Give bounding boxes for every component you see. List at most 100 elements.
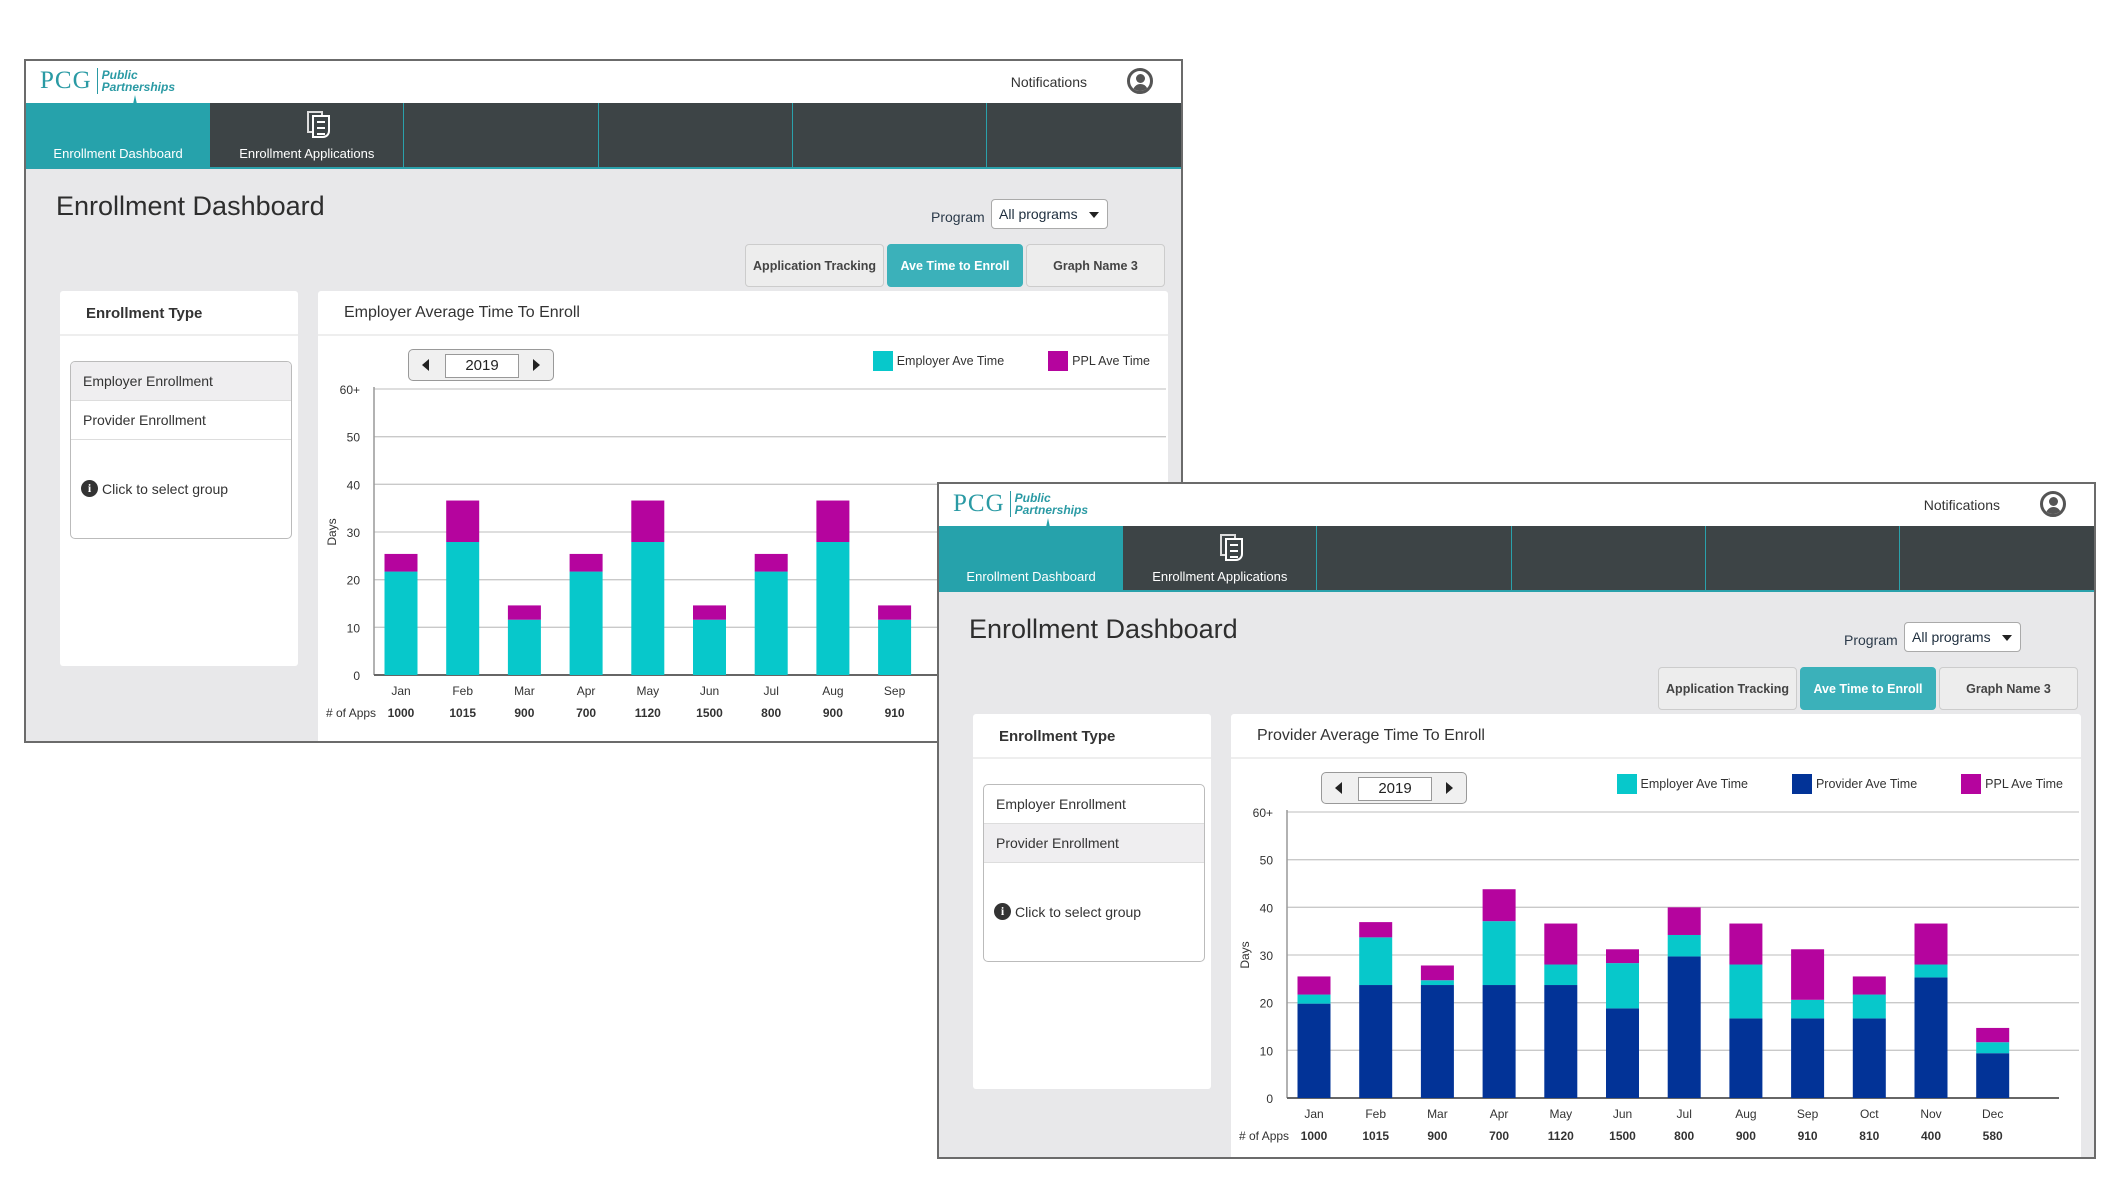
notifications-link[interactable]: Notifications xyxy=(1924,497,2000,513)
list-item-provider-enrollment[interactable]: Provider Enrollment xyxy=(984,824,1204,863)
program-select[interactable]: All programs xyxy=(991,199,1108,229)
bar-segment xyxy=(569,571,603,675)
apps-count-label: 700 xyxy=(1489,1129,1509,1143)
y-axis-label: Days xyxy=(325,518,339,545)
nav-enrollment-dashboard[interactable]: Enrollment Dashboard xyxy=(939,518,1124,590)
apps-count-label: 900 xyxy=(1427,1129,1447,1143)
bar-segment xyxy=(1482,921,1516,986)
tab-ave-time-to-enroll[interactable]: Ave Time to Enroll xyxy=(1800,667,1936,710)
bar-segment xyxy=(384,571,418,675)
program-select[interactable]: All programs xyxy=(1904,622,2021,652)
notifications-link[interactable]: Notifications xyxy=(1011,74,1087,90)
nav-label: Enrollment Dashboard xyxy=(53,146,183,161)
bar-segment xyxy=(1667,956,1701,1098)
apps-count-label: 900 xyxy=(823,706,843,720)
bar-segment xyxy=(446,542,480,675)
bar-segment xyxy=(816,542,850,675)
apps-count-label: 800 xyxy=(761,706,781,720)
y-tick-label: 30 xyxy=(347,526,361,540)
bar-segment xyxy=(1482,985,1516,1098)
bar-segment xyxy=(1729,1018,1763,1098)
bar-segment xyxy=(1297,1003,1331,1098)
program-select-value: All programs xyxy=(1912,629,1991,645)
user-avatar-icon[interactable] xyxy=(1127,68,1153,94)
enrollment-type-title: Enrollment Type xyxy=(973,714,1211,759)
x-tick-label: Jul xyxy=(764,684,779,698)
tab-graph-name-3[interactable]: Graph Name 3 xyxy=(1939,667,2078,710)
page-title: Enrollment Dashboard xyxy=(56,191,325,221)
bar-segment xyxy=(1791,999,1825,1019)
enrollment-type-panel: Enrollment Type Employer Enrollment Prov… xyxy=(973,714,1211,1089)
x-tick-label: May xyxy=(1549,1107,1572,1121)
nav-enrollment-applications[interactable]: Enrollment Applications xyxy=(1123,526,1318,590)
list-item-provider-enrollment[interactable]: Provider Enrollment xyxy=(71,401,291,440)
y-tick-label: 50 xyxy=(347,431,361,445)
apps-count-label: 910 xyxy=(885,706,905,720)
bar-segment xyxy=(1976,1042,2010,1054)
y-tick-label: 40 xyxy=(347,478,361,492)
chart-card: Provider Average Time To Enroll 2019 Emp… xyxy=(1231,714,2081,1157)
bar-segment xyxy=(1976,1027,2010,1043)
nav-empty-slot xyxy=(404,103,599,167)
bar-segment xyxy=(1667,907,1701,935)
bar-segment xyxy=(507,619,541,675)
logo-mark: PCG xyxy=(40,68,98,94)
nav-empty-slot xyxy=(793,103,987,167)
x-tick-label: Mar xyxy=(1427,1107,1448,1121)
x-tick-label: Jul xyxy=(1677,1107,1692,1121)
bar-segment xyxy=(693,605,726,620)
logo-line-2: Partnerships xyxy=(1014,503,1088,517)
bar-segment xyxy=(1606,963,1639,1009)
tab-application-tracking[interactable]: Application Tracking xyxy=(1658,667,1797,710)
tab-graph-name-3[interactable]: Graph Name 3 xyxy=(1026,244,1165,287)
bar-segment xyxy=(693,619,726,675)
app-header: PCG Public Partnerships Notifications xyxy=(939,484,2094,526)
page-title: Enrollment Dashboard xyxy=(969,614,1238,644)
apps-count-label: 910 xyxy=(1798,1129,1818,1143)
nav-enrollment-applications[interactable]: Enrollment Applications xyxy=(210,103,405,167)
hint-text: Click to select group xyxy=(102,480,229,497)
x-tick-label: Oct xyxy=(1860,1107,1879,1121)
enrollment-type-list: Employer Enrollment Provider Enrollment … xyxy=(983,784,1205,962)
user-avatar-icon[interactable] xyxy=(2040,491,2066,517)
pcg-logo[interactable]: PCG Public Partnerships xyxy=(40,68,175,94)
info-icon: i xyxy=(994,903,1011,920)
apps-count-label: 580 xyxy=(1983,1129,2003,1143)
bar-segment xyxy=(1852,994,1886,1019)
bar-segment xyxy=(1976,1053,2010,1098)
select-group-hint[interactable]: i Click to select group xyxy=(81,480,228,497)
bar-segment xyxy=(1420,985,1454,1098)
bar-segment xyxy=(1729,923,1763,965)
pcg-logo[interactable]: PCG Public Partnerships xyxy=(953,491,1088,517)
tab-ave-time-to-enroll[interactable]: Ave Time to Enroll xyxy=(887,244,1023,287)
y-tick-label: 0 xyxy=(1266,1092,1273,1106)
bar-segment xyxy=(1791,949,1825,1000)
bar-segment xyxy=(1667,934,1701,957)
list-item-employer-enrollment[interactable]: Employer Enrollment xyxy=(71,362,291,401)
stacked-bar-chart: 0 10 20 30 40 50 60+ Days Jan 1000 Feb 1015 Mar 900 Ap… xyxy=(1238,806,2079,1143)
x-tick-label: Jun xyxy=(1613,1107,1632,1121)
nav-empty-slot xyxy=(1512,526,1706,590)
apps-count-label: 1500 xyxy=(696,706,723,720)
bar-segment xyxy=(1359,922,1393,938)
bar-segment xyxy=(1729,964,1763,1019)
apps-count-label: 810 xyxy=(1859,1129,1879,1143)
list-item-employer-enrollment[interactable]: Employer Enrollment xyxy=(984,785,1204,824)
nav-enrollment-dashboard[interactable]: Enrollment Dashboard xyxy=(26,95,211,167)
x-tick-label: May xyxy=(636,684,659,698)
x-tick-label: Feb xyxy=(1365,1107,1386,1121)
bar-segment xyxy=(1606,949,1639,964)
y-tick-label: 40 xyxy=(1260,901,1274,915)
chevron-down-icon xyxy=(2002,635,2012,641)
nav-label: Enrollment Dashboard xyxy=(966,569,1096,584)
tab-application-tracking[interactable]: Application Tracking xyxy=(745,244,884,287)
bar-segment xyxy=(1852,1018,1886,1098)
apps-count-label: 700 xyxy=(576,706,596,720)
bar-segment xyxy=(1914,977,1948,1098)
select-group-hint[interactable]: i Click to select group xyxy=(994,903,1141,920)
info-icon: i xyxy=(81,480,98,497)
nav-empty-slot xyxy=(1900,526,2094,590)
x-tick-label: Feb xyxy=(452,684,473,698)
main-nav: Enrollment Dashboard Enrollment Applicat… xyxy=(939,518,2094,592)
x-tick-label: Aug xyxy=(822,684,843,698)
